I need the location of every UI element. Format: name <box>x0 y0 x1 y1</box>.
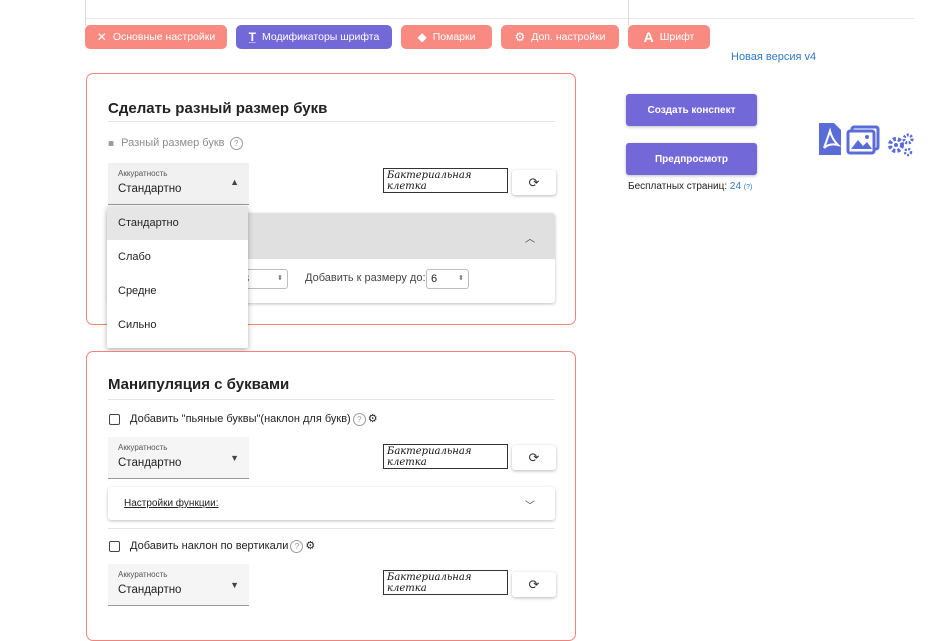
lock-label: Разный размер букв <box>121 137 225 150</box>
gear-icon: ⚙ <box>514 30 526 44</box>
accuracy-select[interactable]: Аккуратность Стандартно ▼ <box>108 437 249 479</box>
accuracy-select[interactable]: Аккуратность Стандартно ▲ <box>108 163 249 205</box>
free-pages-label: Бесплатных страниц: <box>628 181 728 192</box>
gear-icon[interactable]: ⚙ <box>368 413 378 425</box>
accuracy-select-value: Стандартно <box>118 584 182 596</box>
dropdown-option[interactable]: Стандартно <box>107 206 248 240</box>
pdf-icon[interactable] <box>819 123 842 155</box>
refresh-icon: ⟳ <box>528 174 540 190</box>
accuracy-dropdown-menu: Стандартно Слабо Средне Сильно <box>107 206 248 348</box>
refresh-button[interactable]: ⟳ <box>512 572 556 597</box>
lock-icon: ■ <box>108 138 115 150</box>
refresh-button[interactable]: ⟳ <box>512 445 556 470</box>
font-preview: Бактериальная клетка <box>383 168 508 193</box>
free-pages-hint[interactable]: (?) <box>744 184 753 191</box>
dropdown-option[interactable]: Сильно <box>107 308 248 342</box>
help-icon[interactable]: ? <box>290 539 304 553</box>
font-modifier-icon: T̲ <box>248 30 257 44</box>
vertical-slant-checkbox[interactable] <box>109 541 120 552</box>
free-pages-count: 24 <box>729 181 742 192</box>
gear-icon[interactable]: ⚙ <box>305 540 315 552</box>
tab-blots[interactable]: ◆ Помарки <box>401 25 492 49</box>
settings-gears-icon[interactable] <box>888 133 914 157</box>
stepper-arrows-icon: ⬍ <box>277 275 283 282</box>
panel-title: Сделать разный размер букв <box>108 100 328 117</box>
dropdown-option[interactable]: Слабо <box>107 240 248 274</box>
divider <box>108 121 555 122</box>
tab-font-label: Шрифт <box>659 31 695 43</box>
tab-main-settings-label: Основные настройки <box>112 31 216 43</box>
top-divider-right <box>628 0 629 26</box>
function-settings-accordion[interactable]: Настройки функции: ﹀ <box>108 487 555 520</box>
function-settings-label: Настройки функции: <box>124 498 219 509</box>
letter-a-icon: A <box>643 29 654 45</box>
preview-button[interactable]: Предпросмотр <box>626 143 757 175</box>
tools-icon: ✕ <box>96 30 107 44</box>
drunk-letters-checkbox[interactable] <box>109 414 120 425</box>
chevron-down-icon: ﹀ <box>525 501 535 512</box>
accuracy-select[interactable]: Аккуратность Стандартно ▼ <box>108 564 249 606</box>
vertical-slant-row: Добавить наклон по вертикали? ⚙ <box>130 539 315 553</box>
font-preview: Бактериальная клетка <box>383 444 508 469</box>
accuracy-select-value: Стандартно <box>118 457 182 469</box>
tab-blots-label: Помарки <box>432 31 476 43</box>
caret-down-icon: ▼ <box>230 580 239 590</box>
accuracy-select-label: Аккуратность <box>118 570 168 579</box>
accuracy-select-label: Аккуратность <box>118 169 168 178</box>
size-to-value: 6 <box>431 273 438 285</box>
tab-font-modifiers[interactable]: T̲ Модификаторы шрифта <box>236 25 392 49</box>
size-to-stepper[interactable]: 6 ⬍ <box>426 269 469 289</box>
create-notes-button[interactable]: Создать конспект <box>626 94 757 126</box>
drunk-letters-label: Добавить "пьяные буквы"(наклон для букв) <box>130 413 351 425</box>
accuracy-select-value: Стандартно <box>118 183 182 195</box>
chevron-up-icon: ︿ <box>525 234 535 245</box>
tab-font[interactable]: A Шрифт <box>628 25 710 49</box>
tab-font-modifiers-label: Модификаторы шрифта <box>262 31 380 43</box>
top-divider-left <box>85 0 86 26</box>
accuracy-select-label: Аккуратность <box>118 443 168 452</box>
refresh-icon: ⟳ <box>528 449 540 465</box>
font-preview: Бактериальная клетка <box>383 570 508 595</box>
tab-main-settings[interactable]: ✕ Основные настройки <box>85 25 227 49</box>
stepper-arrows-icon: ⬍ <box>458 275 464 282</box>
caret-up-icon: ▲ <box>230 177 239 187</box>
image-icon[interactable] <box>846 125 880 155</box>
dropdown-option[interactable]: Средне <box>107 274 248 308</box>
export-icons <box>819 123 914 157</box>
help-icon[interactable]: ? <box>229 137 243 150</box>
caret-down-icon: ▼ <box>230 453 239 463</box>
new-version-link[interactable]: Новая версия v4 <box>731 51 816 63</box>
tab-extra-settings[interactable]: ⚙ Доп. настройки <box>501 25 619 49</box>
refresh-icon: ⟳ <box>528 576 540 592</box>
divider <box>108 399 555 400</box>
divider <box>108 528 555 529</box>
top-divider <box>85 18 915 19</box>
eraser-icon: ◆ <box>417 30 427 44</box>
panel-title: Манипуляция с буквами <box>108 376 290 393</box>
free-pages-row: Бесплатных страниц: 24 (?) <box>628 181 752 192</box>
lock-row: ■ Разный размер букв ? <box>108 137 243 150</box>
drunk-letters-row: Добавить "пьяные буквы"(наклон для букв)… <box>130 412 378 426</box>
panel-letter-manipulation: Манипуляция с буквами Добавить "пьяные б… <box>86 351 576 641</box>
vertical-slant-label: Добавить наклон по вертикали <box>130 540 289 552</box>
refresh-button[interactable]: ⟳ <box>512 170 556 195</box>
help-icon[interactable]: ? <box>352 412 366 426</box>
tab-extra-settings-label: Доп. настройки <box>531 31 606 43</box>
add-size-label: Добавить к размеру до: <box>305 272 426 284</box>
